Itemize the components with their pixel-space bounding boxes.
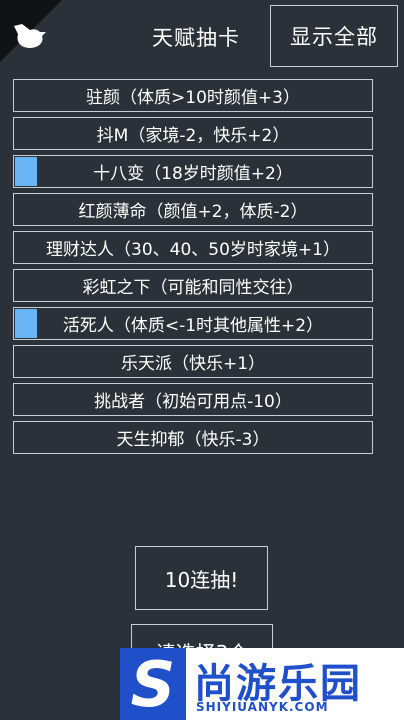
selected-marker — [15, 309, 37, 338]
show-all-button[interactable]: 显示全部 — [270, 5, 398, 67]
talent-label: 乐天派（快乐+1） — [120, 354, 266, 374]
talent-label: 活死人（体质<-1时其他属性+2） — [62, 316, 324, 336]
watermark-logo: S 尚游乐园 SHIYIUANYK.COM — [120, 648, 404, 720]
cat-icon[interactable] — [8, 20, 48, 52]
watermark-site: SHIYIUANYK.COM — [196, 700, 329, 714]
watermark-letter: S — [120, 648, 186, 720]
talent-card[interactable]: 驻颜（体质>10时颜值+3） — [13, 79, 373, 112]
talent-card[interactable]: 理财达人（30、40、50岁时家境+1） — [13, 231, 373, 264]
talent-list: 驻颜（体质>10时颜值+3） 抖M（家境-2，快乐+2） 十八变（18岁时颜值+… — [13, 79, 373, 459]
talent-card[interactable]: 活死人（体质<-1时其他属性+2） — [13, 307, 373, 340]
talent-card[interactable]: 天生抑郁（快乐-3） — [13, 421, 373, 454]
page-title: 天赋抽卡 — [152, 26, 240, 50]
talent-label: 挑战者（初始可用点-10） — [94, 392, 292, 412]
talent-label: 红颜薄命（颜值+2，体质-2） — [78, 202, 308, 222]
talent-card[interactable]: 十八变（18岁时颜值+2） — [13, 155, 373, 188]
talent-card[interactable]: 挑战者（初始可用点-10） — [13, 383, 373, 416]
talent-label: 理财达人（30、40、50岁时家境+1） — [46, 240, 340, 260]
selected-marker — [15, 157, 37, 186]
talent-card[interactable]: 乐天派（快乐+1） — [13, 345, 373, 378]
talent-label: 抖M（家境-2，快乐+2） — [96, 126, 290, 146]
talent-label: 彩虹之下（可能和同性交往） — [82, 278, 304, 298]
talent-card[interactable]: 彩虹之下（可能和同性交往） — [13, 269, 373, 302]
talent-label: 十八变（18岁时颜值+2） — [93, 164, 293, 184]
talent-card[interactable]: 抖M（家境-2，快乐+2） — [13, 117, 373, 150]
talent-card[interactable]: 红颜薄命（颜值+2，体质-2） — [13, 193, 373, 226]
ten-draw-button[interactable]: 10连抽! — [135, 546, 268, 610]
talent-label: 驻颜（体质>10时颜值+3） — [86, 88, 300, 108]
talent-label: 天生抑郁（快乐-3） — [116, 430, 270, 450]
